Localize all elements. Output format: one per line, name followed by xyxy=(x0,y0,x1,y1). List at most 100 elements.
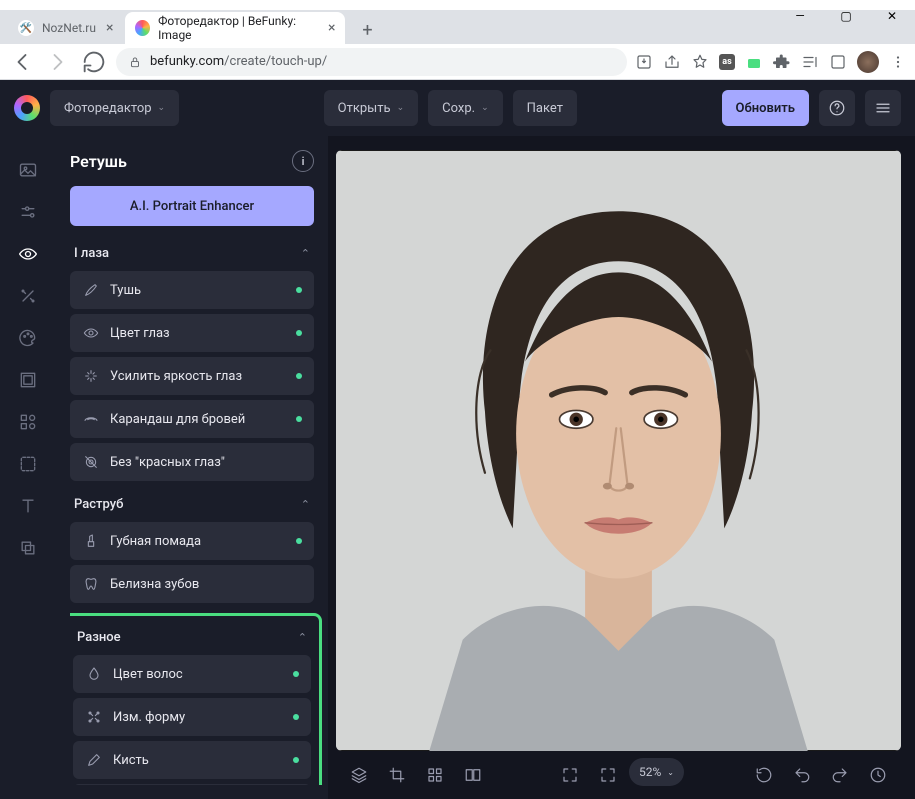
maximize-button[interactable]: ▢ xyxy=(823,0,869,32)
revert-button[interactable] xyxy=(747,758,781,792)
rail-graphics-icon[interactable] xyxy=(8,402,48,442)
tool-label: Белизна зубов xyxy=(110,577,199,592)
section: Раструб⌃ Губная помада Белизна зубов xyxy=(70,491,314,603)
tool-label: Цвет волос xyxy=(113,667,183,682)
tool-item[interactable]: Тушь xyxy=(70,271,314,309)
minimize-button[interactable]: — xyxy=(777,0,823,32)
fit-button[interactable] xyxy=(591,758,625,792)
portrait-photo xyxy=(336,150,901,751)
chevron-down-icon: ⌄ xyxy=(397,103,405,113)
close-icon[interactable]: × xyxy=(106,20,113,36)
downloads-icon[interactable] xyxy=(829,53,847,71)
tool-label: Цвет глаз xyxy=(110,326,170,341)
chevron-down-icon: ⌄ xyxy=(158,103,166,113)
rail-textures-icon[interactable] xyxy=(8,528,48,568)
tool-label: Кисть xyxy=(113,753,149,768)
favicon-icon xyxy=(135,20,150,36)
ai-portrait-button[interactable]: A.I. Portrait Enhancer xyxy=(70,186,314,226)
premium-dot xyxy=(293,757,299,763)
reload-button[interactable] xyxy=(80,48,108,76)
tool-label: Карандаш для бровей xyxy=(110,412,245,427)
bottom-toolbar: 52%⌄ xyxy=(336,751,901,799)
reading-list-icon[interactable] xyxy=(801,53,819,71)
chevron-down-icon: ⌄ xyxy=(481,103,489,113)
url-domain: befunky.com xyxy=(150,54,224,69)
grid-button[interactable] xyxy=(418,758,452,792)
share-icon[interactable] xyxy=(663,53,681,71)
section-header[interactable]: Раструб⌃ xyxy=(70,491,314,522)
tool-label: Без "красных глаз" xyxy=(110,455,225,470)
tool-label: Губная помада xyxy=(110,534,201,549)
tool-item[interactable]: Кисть xyxy=(73,741,311,779)
premium-dot xyxy=(296,416,302,422)
section: Разное⌃ Цвет волос Изм. форму Кисть Корректи… xyxy=(70,613,322,785)
rail-touchup-icon[interactable] xyxy=(8,234,48,274)
tool-item[interactable]: Цвет глаз xyxy=(70,314,314,352)
install-icon[interactable] xyxy=(635,53,653,71)
undo-button[interactable] xyxy=(785,758,819,792)
befunky-logo[interactable] xyxy=(14,95,40,121)
ext-icon[interactable] xyxy=(745,53,763,71)
new-tab-button[interactable]: + xyxy=(353,16,381,44)
section: I лаза ⌃ Тушь Цвет глаз Усилить яркость глаз… xyxy=(70,240,314,481)
info-button[interactable]: i xyxy=(292,150,314,172)
help-button[interactable] xyxy=(819,90,855,126)
tool-item[interactable]: Изм. форму xyxy=(73,698,311,736)
section-header[interactable]: Разное⌃ xyxy=(73,624,311,655)
redo-button[interactable] xyxy=(823,758,857,792)
close-icon[interactable]: × xyxy=(328,20,335,36)
batch-button[interactable]: Пакет xyxy=(513,90,577,126)
rail-image-icon[interactable] xyxy=(8,150,48,190)
premium-dot xyxy=(293,671,299,677)
layers-button[interactable] xyxy=(342,758,376,792)
browser-tab-strip: 🛠️ NozNet.ru × Фоторедактор | BeFunky: I… xyxy=(0,10,915,44)
star-icon[interactable] xyxy=(691,53,709,71)
browser-tab[interactable]: Фоторедактор | BeFunky: Image × xyxy=(125,12,345,44)
tool-item[interactable]: Белизна зубов xyxy=(70,565,314,603)
editor-dropdown[interactable]: Фоторедактор⌄ xyxy=(50,90,179,126)
extensions-icon[interactable] xyxy=(773,53,791,71)
url-path: /create/touch-up/ xyxy=(224,54,327,69)
tool-item[interactable]: Усилить яркость глаз xyxy=(70,357,314,395)
ext-icon[interactable]: as xyxy=(719,54,735,70)
compare-button[interactable] xyxy=(456,758,490,792)
sparkle-icon xyxy=(82,368,100,384)
tool-rail xyxy=(0,136,56,799)
canvas[interactable] xyxy=(336,150,901,751)
rail-frames-icon[interactable] xyxy=(8,360,48,400)
fullscreen-button[interactable] xyxy=(553,758,587,792)
chevron-up-icon: ⌃ xyxy=(301,247,310,260)
section-title: I лаза xyxy=(74,246,109,261)
premium-dot xyxy=(296,538,302,544)
zoom-level[interactable]: 52%⌄ xyxy=(629,758,684,786)
save-dropdown[interactable]: Сохр.⌄ xyxy=(428,90,502,126)
tool-item[interactable]: Корректировка фигуры xyxy=(73,784,311,785)
back-button[interactable] xyxy=(8,48,36,76)
close-window-button[interactable]: ✕ xyxy=(869,0,915,32)
rail-artsy-icon[interactable] xyxy=(8,318,48,358)
rail-adjust-icon[interactable] xyxy=(8,192,48,232)
url-field[interactable]: befunky.com/create/touch-up/ xyxy=(116,48,627,76)
rail-effects-icon[interactable] xyxy=(8,276,48,316)
rail-overlays-icon[interactable] xyxy=(8,444,48,484)
tool-label: Усилить яркость глаз xyxy=(110,369,242,384)
drop-icon xyxy=(85,666,103,682)
open-dropdown[interactable]: Открыть⌄ xyxy=(324,90,418,126)
brush-icon xyxy=(82,282,100,298)
profile-avatar[interactable] xyxy=(857,51,879,73)
tool-item[interactable]: Карандаш для бровей xyxy=(70,400,314,438)
menu-icon[interactable] xyxy=(889,53,907,71)
tool-item[interactable]: Цвет волос xyxy=(73,655,311,693)
browser-tab[interactable]: 🛠️ NozNet.ru × xyxy=(8,12,123,44)
history-button[interactable] xyxy=(861,758,895,792)
tool-item[interactable]: Губная помада xyxy=(70,522,314,560)
forward-button[interactable] xyxy=(44,48,72,76)
upgrade-button[interactable]: Обновить xyxy=(722,90,809,126)
favicon-icon: 🛠️ xyxy=(18,20,34,36)
section-header[interactable]: I лаза ⌃ xyxy=(70,240,314,271)
rail-text-icon[interactable] xyxy=(8,486,48,526)
crop-button[interactable] xyxy=(380,758,414,792)
tool-item[interactable]: Без "красных глаз" xyxy=(70,443,314,481)
lipstick-icon xyxy=(82,533,100,549)
hamburger-button[interactable] xyxy=(865,90,901,126)
